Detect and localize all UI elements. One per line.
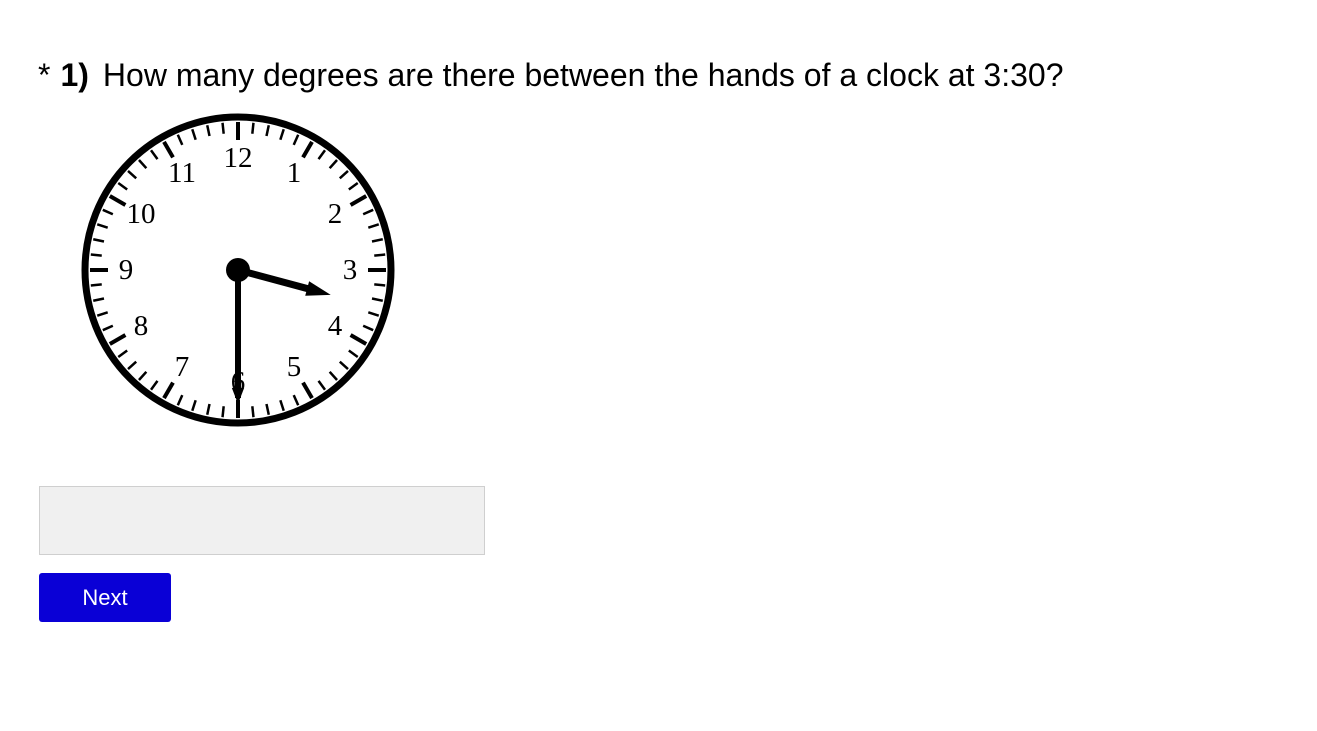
minute-tick: [221, 122, 225, 134]
minute-tick: [127, 170, 138, 180]
minute-tick: [102, 208, 114, 216]
minute-tick: [117, 181, 128, 191]
minute-tick: [127, 360, 138, 370]
minute-tick: [362, 324, 374, 332]
clock-numeral: 7: [175, 351, 190, 383]
hour-tick: [108, 194, 127, 207]
minute-tick: [367, 223, 380, 229]
clock-image: 121234567891011: [80, 112, 396, 428]
required-marker: *: [38, 56, 51, 93]
minute-tick: [362, 208, 374, 216]
minute-tick: [265, 124, 270, 137]
clock-numeral: 12: [224, 142, 253, 174]
minute-tick: [328, 159, 338, 170]
minute-tick: [279, 399, 285, 412]
minute-tick: [138, 370, 148, 381]
minute-tick: [102, 324, 114, 332]
question-prompt: * 1) How many degrees are there between …: [38, 53, 1064, 97]
minute-tick: [371, 297, 384, 302]
minute-tick: [317, 380, 327, 391]
minute-tick: [191, 399, 197, 412]
minute-tick: [90, 253, 102, 257]
minute-tick: [176, 134, 184, 146]
minute-tick: [206, 124, 211, 137]
minute-tick: [117, 349, 128, 359]
minute-tick: [292, 134, 300, 146]
hour-tick: [349, 194, 368, 207]
minute-tick: [149, 380, 159, 391]
minute-tick: [328, 370, 338, 381]
hour-tick: [162, 140, 175, 159]
answer-input[interactable]: [39, 486, 485, 555]
hour-tick: [301, 140, 314, 159]
clock-numeral: 9: [119, 254, 134, 286]
minute-tick: [338, 170, 349, 180]
minute-tick: [96, 223, 109, 229]
minute-tick: [292, 394, 300, 406]
minute-tick: [96, 311, 109, 317]
question-number: 1): [60, 56, 89, 93]
minute-tick: [191, 128, 197, 141]
hour-tick: [301, 381, 314, 400]
minute-tick: [265, 403, 270, 416]
clock-numeral: 4: [328, 310, 343, 342]
clock-numeral: 8: [134, 310, 149, 342]
minute-tick: [92, 238, 105, 243]
minute-tick: [92, 297, 105, 302]
minute-tick: [374, 283, 386, 287]
clock-numeral: 2: [328, 198, 343, 230]
minute-tick: [221, 406, 225, 418]
question-text: How many degrees are there between the h…: [102, 56, 1064, 93]
hour-tick: [108, 333, 127, 346]
next-button[interactable]: Next: [39, 573, 171, 622]
minute-tick: [149, 149, 159, 160]
minute-tick: [348, 181, 359, 191]
clock-numeral: 11: [168, 157, 196, 189]
minute-tick: [206, 403, 211, 416]
clock-face: 121234567891011: [81, 113, 395, 427]
minute-tick: [138, 159, 148, 170]
hour-tick: [349, 333, 368, 346]
clock-numeral: 10: [127, 198, 156, 230]
minute-tick: [374, 253, 386, 257]
clock-numeral: 1: [287, 157, 302, 189]
minute-tick: [371, 238, 384, 243]
minute-tick: [317, 149, 327, 160]
minute-tick: [251, 122, 255, 134]
clock-numeral: 5: [287, 351, 302, 383]
minute-tick: [279, 128, 285, 141]
hour-hand-tip: [305, 281, 331, 296]
minute-tick: [176, 394, 184, 406]
clock-numeral: 3: [343, 254, 358, 286]
minute-tick: [338, 360, 349, 370]
minute-tick: [367, 311, 380, 317]
clock-center-pivot: [226, 258, 250, 282]
minute-tick: [348, 349, 359, 359]
hour-tick: [162, 381, 175, 400]
minute-tick: [251, 406, 255, 418]
minute-tick: [90, 283, 102, 287]
